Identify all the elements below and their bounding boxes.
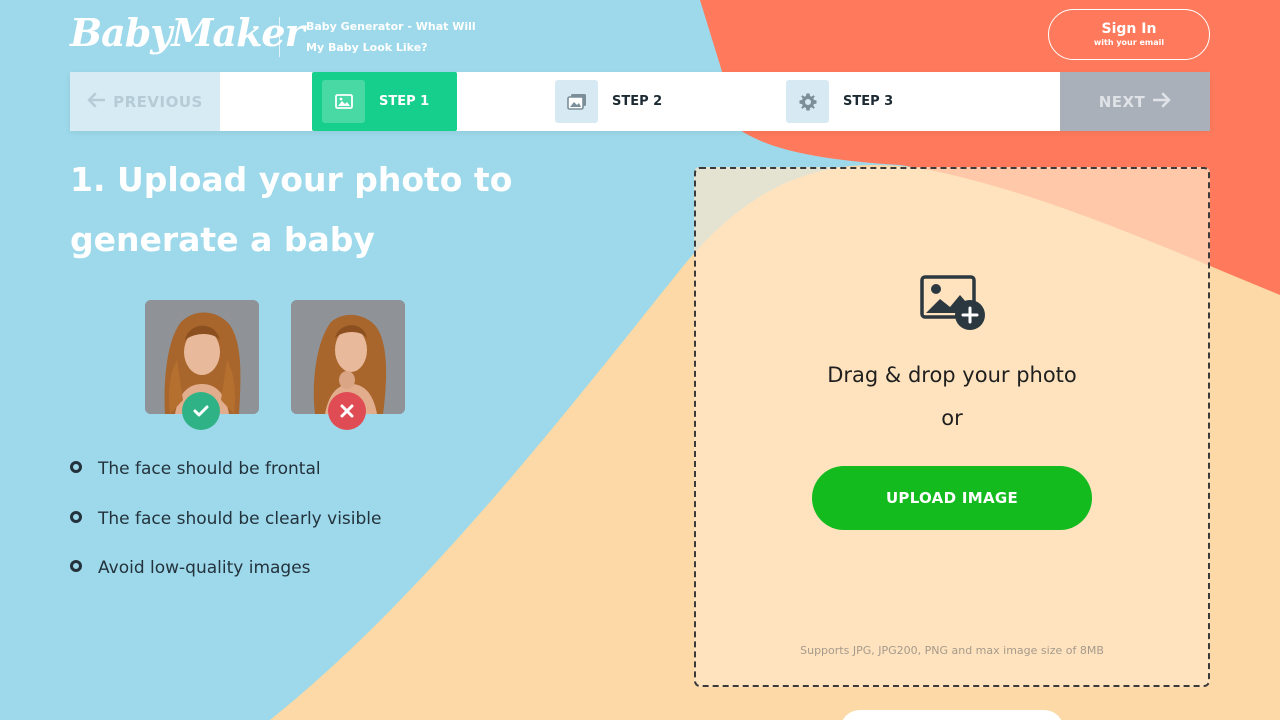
tip-text: The face should be clearly visible — [98, 508, 382, 529]
gear-icon — [786, 80, 829, 123]
tagline: Baby Generator - What Will My Baby Look … — [306, 20, 476, 54]
close-icon — [328, 392, 366, 430]
photo-dropzone[interactable]: Drag & drop your photo or UPLOAD IMAGE S… — [694, 167, 1210, 687]
images-icon — [555, 80, 598, 123]
drag-drop-text: Drag & drop your photo — [827, 363, 1077, 387]
image-icon — [322, 80, 365, 123]
check-icon — [182, 392, 220, 430]
page-title: 1. Upload your photo to generate a baby — [70, 160, 513, 259]
next-button[interactable]: NEXT — [1060, 72, 1210, 131]
sign-in-label: Sign In — [1101, 21, 1157, 37]
add-image-icon — [920, 275, 988, 337]
header-divider — [279, 17, 280, 57]
arrow-right-icon — [1152, 92, 1171, 112]
bullet-icon — [70, 510, 82, 523]
sign-in-sublabel: with your email — [1093, 38, 1165, 47]
supported-formats-note: Supports JPG, JPG200, PNG and max image … — [800, 644, 1104, 657]
tips-list: The face should be frontal The face shou… — [70, 455, 381, 604]
arrow-left-icon — [87, 92, 106, 112]
list-item: The face should be frontal — [70, 455, 381, 505]
previous-label: PREVIOUS — [113, 92, 203, 111]
list-item: Avoid low-quality images — [70, 554, 381, 604]
step-1-label: STEP 1 — [379, 94, 430, 109]
logo[interactable]: BabyMaker — [70, 10, 305, 55]
previous-button[interactable]: PREVIOUS — [70, 72, 220, 131]
upload-image-button[interactable]: UPLOAD IMAGE — [812, 466, 1092, 530]
sign-in-button[interactable]: Sign In with your email — [1048, 9, 1210, 60]
bottom-button[interactable] — [840, 710, 1064, 720]
list-item: The face should be clearly visible — [70, 505, 381, 555]
step-2-tab[interactable]: STEP 2 — [555, 72, 662, 131]
tip-text: Avoid low-quality images — [98, 558, 311, 578]
steps-bar: PREVIOUS STEP 1 STEP 2 STEP 3 NEXT — [70, 72, 1210, 131]
bullet-icon — [70, 461, 82, 473]
step-2-label: STEP 2 — [612, 94, 663, 109]
step-3-label: STEP 3 — [843, 94, 894, 109]
step-3-tab[interactable]: STEP 3 — [786, 72, 893, 131]
bullet-icon — [70, 560, 82, 572]
next-label: NEXT — [1098, 92, 1146, 111]
step-1-tab[interactable]: STEP 1 — [312, 72, 457, 131]
or-text: or — [941, 406, 963, 430]
tip-text: The face should be frontal — [98, 459, 321, 479]
